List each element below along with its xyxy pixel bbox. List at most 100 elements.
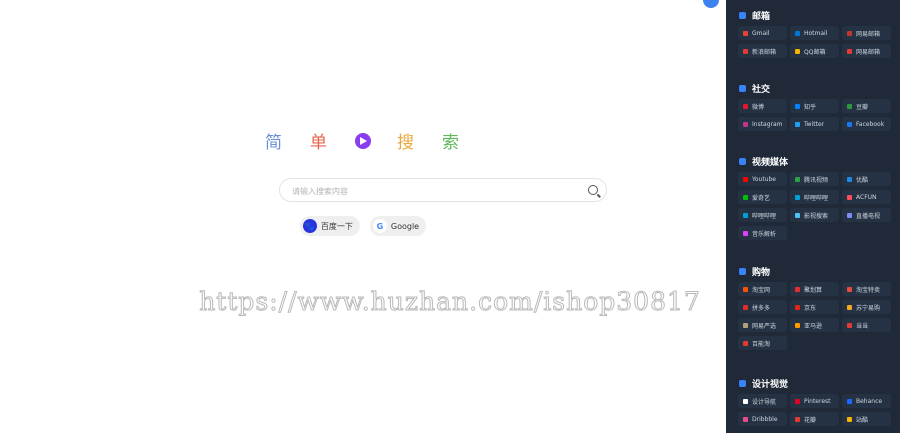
engine-label: 百度一下 xyxy=(320,221,353,231)
sidebar-link-label: 网易严选 xyxy=(752,322,777,330)
sidebar-link[interactable]: 直播电视 xyxy=(842,208,891,222)
sidebar-link[interactable]: 淘宝网 xyxy=(738,282,787,296)
sidebar-link[interactable]: 京东 xyxy=(790,300,839,314)
site-favicon-icon xyxy=(795,30,800,36)
baidu-paw-icon: 🐾 xyxy=(302,219,317,233)
sidebar-link-label: 网易邮箱 xyxy=(856,48,881,56)
sidebar-link[interactable]: 聚划算 xyxy=(790,282,839,296)
design-icon xyxy=(739,380,746,387)
sidebar-link[interactable]: 腾讯视频 xyxy=(790,172,839,186)
site-favicon-icon xyxy=(795,121,800,127)
sidebar-link-label: 哔哩哔哩 xyxy=(804,194,829,202)
logo-char: 单 xyxy=(310,133,329,153)
sidebar-link[interactable]: 影视搜索 xyxy=(790,208,839,222)
sidebar-link-label: 优酷 xyxy=(856,176,869,184)
section-title-label: 邮箱 xyxy=(752,12,771,22)
sidebar-link[interactable]: 微博 xyxy=(738,99,787,113)
play-logo-icon xyxy=(355,132,371,149)
sidebar-link[interactable]: Twitter xyxy=(790,117,839,131)
section-title: 视频媒体 xyxy=(739,155,788,168)
sidebar-link[interactable]: 淘宝特卖 xyxy=(842,282,891,296)
section-title: 购物 xyxy=(739,265,770,278)
sidebar-link[interactable]: 当当 xyxy=(842,318,891,332)
sidebar-link-label: 网易邮箱 xyxy=(856,30,881,38)
sidebar-link-label: 哔哩哔哩 xyxy=(752,212,777,220)
sidebar-link-label: 站酷 xyxy=(856,416,869,424)
sidebar-link[interactable]: 哔哩哔哩 xyxy=(790,190,839,204)
sidebar-link[interactable]: Youtube xyxy=(738,172,787,186)
section-title-label: 视频媒体 xyxy=(752,158,789,168)
site-favicon-icon xyxy=(743,48,748,54)
sidebar-link[interactable]: 知乎 xyxy=(790,99,839,113)
sidebar-link-label: Pinterest xyxy=(804,397,831,405)
sidebar-link-label: 直播电视 xyxy=(856,212,881,220)
google-search-button[interactable]: G Google xyxy=(369,216,427,236)
link-grid: 微博 知乎 豆瓣 Instagram Twitter Facebook xyxy=(738,99,891,131)
sidebar-link[interactable]: 优酷 xyxy=(842,172,891,186)
baidu-search-button[interactable]: 🐾 百度一下 xyxy=(299,216,360,236)
sidebar-links-panel: 邮箱 Gmail Hotmail 网易邮箱 新浪邮箱 QQ邮箱 网易邮箱 社交 微博 知乎 豆瓣 In… xyxy=(726,0,900,433)
engine-label: Google xyxy=(390,221,420,231)
mail-icon xyxy=(739,12,746,19)
sidebar-link-label: 知乎 xyxy=(804,103,817,111)
search-input[interactable] xyxy=(290,182,584,200)
sidebar-link[interactable]: Dribbble xyxy=(738,412,787,426)
sidebar-link[interactable]: 站酷 xyxy=(842,412,891,426)
sidebar-link[interactable]: 苏宁易购 xyxy=(842,300,891,314)
sidebar-link-label: 亚马逊 xyxy=(804,322,823,330)
sidebar-link[interactable]: 哔哩哔哩 xyxy=(738,208,787,222)
sidebar-link[interactable]: 设计导航 xyxy=(738,394,787,408)
site-favicon-icon xyxy=(847,103,852,109)
sidebar-link-label: Twitter xyxy=(804,120,825,128)
site-favicon-icon xyxy=(743,304,748,310)
site-favicon-icon xyxy=(795,322,800,328)
sidebar-link[interactable]: 花瓣 xyxy=(790,412,839,426)
sidebar-link-label: 京东 xyxy=(804,304,817,312)
site-favicon-icon xyxy=(795,212,800,218)
site-favicon-icon xyxy=(847,398,852,404)
site-favicon-icon xyxy=(847,212,852,218)
site-favicon-icon xyxy=(795,286,800,292)
sidebar-link-label: 聚划算 xyxy=(804,286,823,294)
sidebar-link[interactable]: 百能淘 xyxy=(738,336,787,350)
sidebar-link[interactable]: Hotmail xyxy=(790,26,839,40)
sidebar-link[interactable]: 新浪邮箱 xyxy=(738,44,787,58)
sidebar-link[interactable]: 网易邮箱 xyxy=(842,26,891,40)
chat-icon xyxy=(739,85,746,92)
sidebar-link[interactable]: Facebook xyxy=(842,117,891,131)
sidebar-link[interactable]: ACFUN xyxy=(842,190,891,204)
sidebar-link[interactable]: 豆瓣 xyxy=(842,99,891,113)
sidebar-link-label: Youtube xyxy=(752,175,776,183)
site-favicon-icon xyxy=(743,340,748,346)
logo-char: 搜 xyxy=(397,133,416,153)
site-favicon-icon xyxy=(743,416,748,422)
site-favicon-icon xyxy=(847,416,852,422)
search-bar xyxy=(279,178,607,202)
sidebar-link[interactable]: Gmail xyxy=(738,26,787,40)
sidebar-link[interactable]: QQ邮箱 xyxy=(790,44,839,58)
sidebar-link-label: Behance xyxy=(856,397,883,405)
sidebar-link[interactable]: 网易严选 xyxy=(738,318,787,332)
sidebar-link[interactable]: 亚马逊 xyxy=(790,318,839,332)
sidebar-link-label: Facebook xyxy=(856,120,885,128)
sidebar-link[interactable]: 爱奇艺 xyxy=(738,190,787,204)
site-favicon-icon xyxy=(847,194,852,200)
main-area: 简 单 搜 索 🐾 百度一下 G Google xyxy=(0,0,726,433)
sidebar-link-label: 花瓣 xyxy=(804,416,817,424)
section-title-label: 设计视觉 xyxy=(752,380,789,390)
site-favicon-icon xyxy=(795,194,800,200)
sidebar-link[interactable]: 音乐解析 xyxy=(738,226,787,240)
sidebar-link[interactable]: Behance xyxy=(842,394,891,408)
link-grid: 设计导航 Pinterest Behance Dribbble 花瓣 站酷 xyxy=(738,394,891,426)
sidebar-link[interactable]: Pinterest xyxy=(790,394,839,408)
sidebar-link-label: 拼多多 xyxy=(752,304,771,312)
link-grid: Youtube 腾讯视频 优酷 爱奇艺 哔哩哔哩 ACFUN 哔哩哔哩 影视搜索 直播电视 音乐解… xyxy=(738,172,891,240)
sidebar-link-label: 豆瓣 xyxy=(856,103,869,111)
floating-action-button[interactable] xyxy=(703,0,719,8)
site-favicon-icon xyxy=(743,398,748,404)
search-icon[interactable] xyxy=(588,185,598,195)
sidebar-link[interactable]: Instagram xyxy=(738,117,787,131)
sidebar-link[interactable]: 网易邮箱 xyxy=(842,44,891,58)
sidebar-link-label: Hotmail xyxy=(804,29,828,37)
sidebar-link[interactable]: 拼多多 xyxy=(738,300,787,314)
